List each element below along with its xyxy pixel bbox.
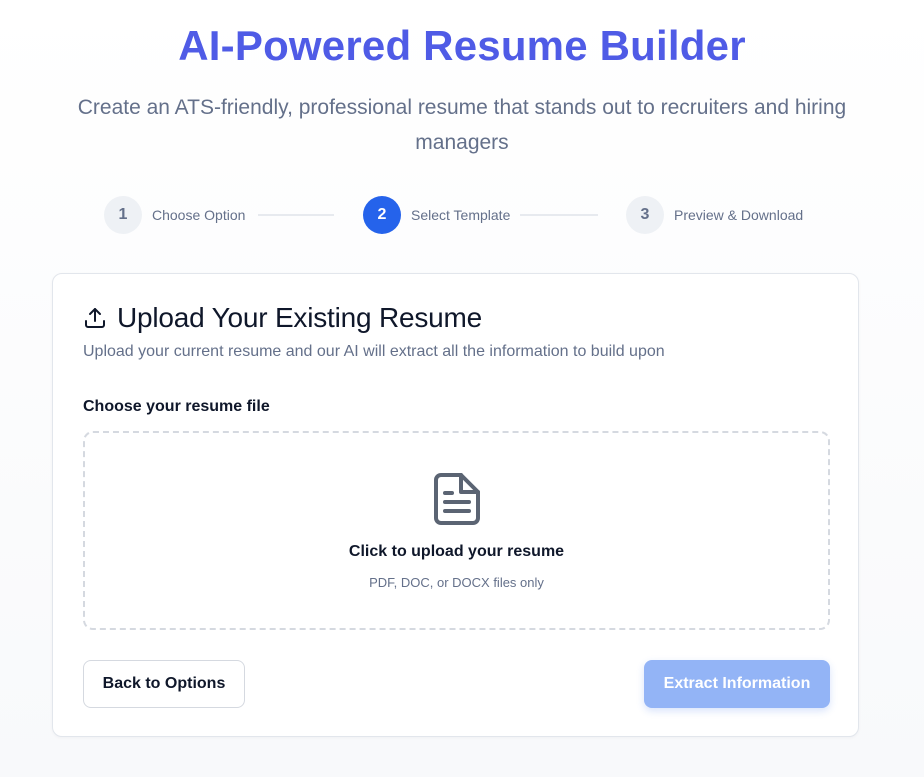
file-field-label: Choose your resume file bbox=[83, 398, 270, 415]
dropzone-title: Click to upload your resume bbox=[348, 543, 565, 560]
page: AI-Powered Resume Builder Create an ATS-… bbox=[0, 0, 924, 777]
card-description: Upload your current resume and our AI wi… bbox=[83, 343, 665, 360]
upload-icon bbox=[83, 306, 107, 330]
resume-upload-dropzone[interactable]: Click to upload your resume PDF, DOC, or… bbox=[83, 431, 830, 630]
step-label: Preview & Download bbox=[674, 207, 804, 223]
back-to-options-button[interactable]: Back to Options bbox=[83, 660, 245, 708]
step-number: 2 bbox=[363, 196, 401, 234]
step-label: Choose Option bbox=[152, 207, 246, 223]
step-select-template[interactable]: 2 Select Template bbox=[363, 196, 510, 234]
step-connector bbox=[258, 214, 334, 216]
step-number: 1 bbox=[104, 196, 142, 234]
step-choose-option[interactable]: 1 Choose Option bbox=[104, 196, 245, 234]
step-preview-download[interactable]: 3 Preview & Download bbox=[626, 196, 803, 234]
step-connector bbox=[520, 214, 598, 216]
extract-information-button[interactable]: Extract Information bbox=[644, 660, 830, 708]
dropzone-hint: PDF, DOC, or DOCX files only bbox=[369, 575, 544, 590]
upload-card: Upload Your Existing Resume Upload your … bbox=[52, 273, 859, 737]
card-header: Upload Your Existing Resume bbox=[83, 302, 482, 334]
progress-stepper: 1 Choose Option 2 Select Template 3 Prev… bbox=[0, 196, 924, 236]
step-number: 3 bbox=[626, 196, 664, 234]
page-title: AI-Powered Resume Builder bbox=[178, 22, 746, 69]
document-icon bbox=[431, 471, 483, 527]
step-label: Select Template bbox=[411, 207, 511, 223]
page-subtitle: Create an ATS-friendly, professional res… bbox=[77, 96, 847, 154]
card-title: Upload Your Existing Resume bbox=[117, 302, 483, 333]
